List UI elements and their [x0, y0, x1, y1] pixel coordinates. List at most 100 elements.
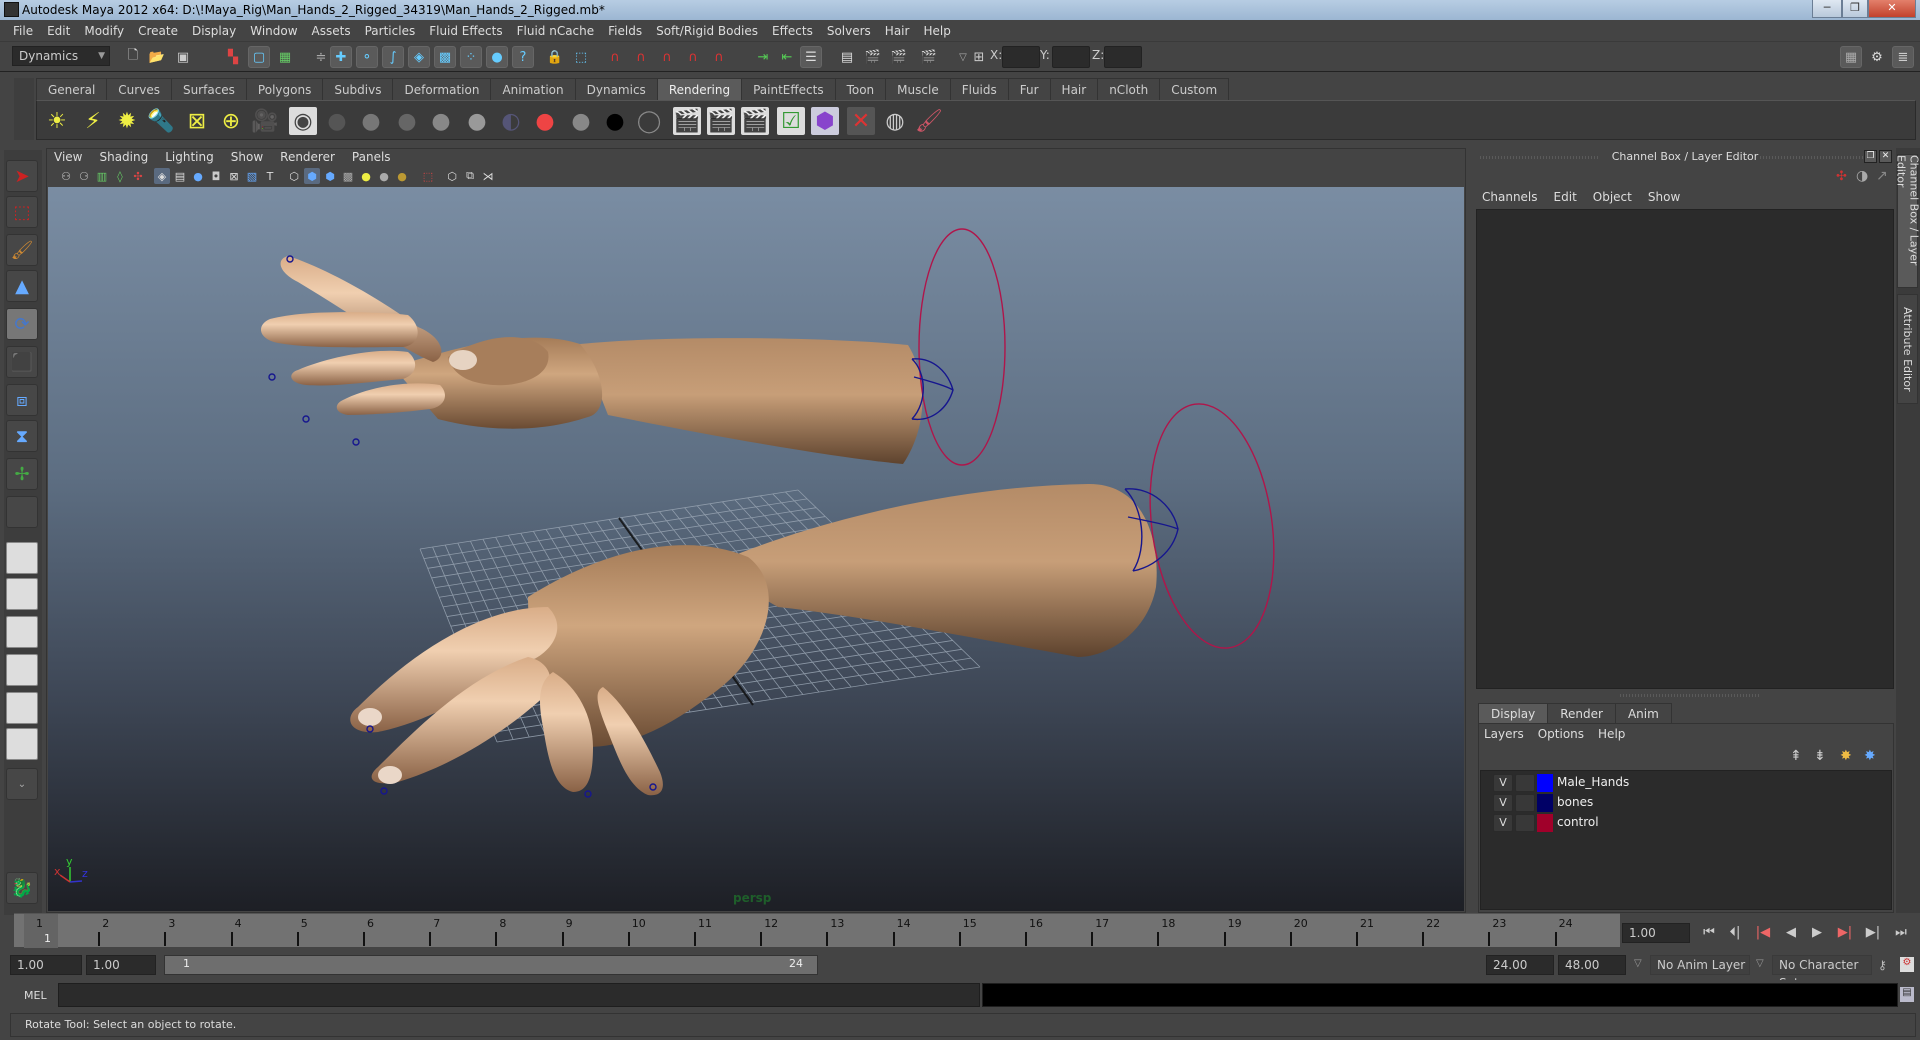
output-connections-icon[interactable]: ⇤ — [776, 46, 798, 68]
x-input[interactable] — [1002, 46, 1040, 68]
camera-icon[interactable]: 🎥 — [251, 107, 279, 135]
shelf-tab-deformation[interactable]: Deformation — [392, 78, 492, 100]
menu-modify[interactable]: Modify — [77, 24, 131, 38]
render-preview-icon[interactable]: ◍ — [881, 107, 909, 135]
menu-soft-rigid-bodies[interactable]: Soft/Rigid Bodies — [649, 24, 765, 38]
soft-modification-tool-icon[interactable]: ⧗ — [6, 420, 38, 452]
channel-list-area[interactable] — [1476, 209, 1894, 689]
shelf-tab-polygons[interactable]: Polygons — [245, 78, 324, 100]
layer-color-swatch[interactable] — [1537, 814, 1553, 832]
auto-key-icon[interactable]: ⚷ — [1878, 958, 1887, 972]
ipr-render-icon[interactable]: 🎬 — [888, 46, 910, 68]
anisotropic-material-icon[interactable]: ● — [463, 107, 491, 135]
channels-menu[interactable]: Channels — [1482, 190, 1538, 204]
shelf-tab-custom[interactable]: Custom — [1159, 78, 1230, 100]
batch-render-icon[interactable]: 🎬 — [741, 107, 769, 135]
viewport-menu-renderer[interactable]: Renderer — [280, 150, 344, 166]
last-used-tool-slot[interactable] — [6, 496, 38, 528]
viewport-menu-shading[interactable]: Shading — [99, 150, 157, 166]
perspective-viewport[interactable]: y x z persp — [48, 187, 1464, 911]
speed-icon[interactable]: ◑ — [1856, 168, 1868, 184]
wrist-control-curve-lower[interactable] — [1135, 396, 1288, 656]
layer-color-swatch[interactable] — [1537, 794, 1553, 812]
side-tab-attribute-editor[interactable]: Attribute Editor — [1897, 294, 1918, 404]
step-back-key-icon[interactable]: |◀ — [1752, 924, 1774, 942]
viewport-menu-show[interactable]: Show — [231, 150, 272, 166]
construction-history-icon[interactable]: ☰ — [800, 46, 822, 68]
shelf-tab-animation[interactable]: Animation — [490, 78, 576, 100]
snap-to-grids-icon[interactable]: ∩ — [604, 46, 626, 68]
y-input[interactable] — [1052, 46, 1090, 68]
layer-name[interactable]: control — [1557, 815, 1599, 829]
grid-icon[interactable]: ◈ — [154, 168, 170, 184]
viewport-menu-panels[interactable]: Panels — [352, 150, 400, 166]
menu-display[interactable]: Display — [185, 24, 243, 38]
wrist-control-curve-upper[interactable] — [918, 228, 1006, 466]
shelf-tab-general[interactable]: General — [36, 78, 108, 100]
use-all-lights-icon[interactable]: ● — [358, 168, 374, 184]
spot-light-icon[interactable]: 🔦 — [147, 107, 175, 135]
layout-persp-graph-icon[interactable] — [6, 654, 38, 686]
menu-hair[interactable]: Hair — [878, 24, 917, 38]
shadows-icon[interactable]: ● — [376, 168, 392, 184]
paint-canvas-icon[interactable]: 🖌 — [915, 107, 943, 135]
snap-to-points-icon[interactable]: ∩ — [656, 46, 678, 68]
splitter-grip[interactable] — [1620, 694, 1760, 697]
step-forward-frame-icon[interactable]: ▶| — [1862, 924, 1884, 942]
layer-playback-toggle[interactable] — [1515, 794, 1535, 812]
xray-icon[interactable]: ⬡ — [444, 168, 460, 184]
menu-fluid-ncache[interactable]: Fluid nCache — [510, 24, 602, 38]
anim-layer-dropdown[interactable]: No Anim Layer — [1650, 955, 1750, 975]
scale-tool-icon[interactable]: ⬛ — [6, 346, 38, 378]
create-layer-from-selected-icon[interactable]: ✸ — [1864, 748, 1876, 764]
shelf-tab-fluids[interactable]: Fluids — [949, 78, 1009, 100]
go-to-end-icon[interactable]: ⏭ — [1890, 924, 1912, 942]
playback-start-field[interactable]: 1.00 — [86, 955, 156, 975]
hypershade-delete-icon[interactable]: ✕ — [847, 107, 875, 135]
hypershade-icon[interactable]: ⬢ — [811, 107, 839, 135]
shelf-tab-dynamics[interactable]: Dynamics — [574, 78, 658, 100]
tool-settings-toggle-icon[interactable]: ⚙ — [1866, 46, 1888, 68]
z-input[interactable] — [1104, 46, 1142, 68]
select-dynamics-icon[interactable]: ⁘ — [460, 46, 482, 68]
select-by-object-icon[interactable]: ▢ — [248, 46, 270, 68]
paint-select-tool-icon[interactable]: 🖌 — [6, 234, 38, 266]
camera-attributes-icon[interactable]: ⚆ — [76, 168, 92, 184]
high-quality-icon[interactable]: ● — [394, 168, 410, 184]
lasso-tool-icon[interactable]: ⬚ — [6, 196, 38, 228]
menu-fluid-effects[interactable]: Fluid Effects — [422, 24, 509, 38]
new-scene-icon[interactable]: 🗋 — [122, 46, 144, 68]
close-button[interactable]: ✕ — [1868, 0, 1916, 18]
menu-help[interactable]: Help — [916, 24, 957, 38]
gate-mask-icon[interactable]: ◘ — [208, 168, 224, 184]
directional-light-icon[interactable]: ⚡ — [79, 107, 107, 135]
textured-icon[interactable]: ▩ — [340, 168, 356, 184]
volume-light-icon[interactable]: ⊕ — [217, 107, 245, 135]
side-tab-channel-box[interactable]: Channel Box / Layer Editor — [1895, 154, 1920, 288]
shelf-tab-muscle[interactable]: Muscle — [885, 78, 951, 100]
selection-mask-icon[interactable]: ≑ — [310, 46, 332, 68]
layer-row-control[interactable]: V control — [1481, 813, 1891, 833]
move-layer-down-icon[interactable]: ⇟ — [1814, 748, 1826, 764]
select-surfaces-icon[interactable]: ◈ — [408, 46, 430, 68]
hyper-icon[interactable]: ↗ — [1876, 168, 1888, 184]
shelf-tab-painteffects[interactable]: PaintEffects — [741, 78, 836, 100]
command-input[interactable] — [58, 983, 980, 1007]
surface-shader-gray-icon[interactable]: ● — [567, 107, 595, 135]
render-settings-icon[interactable]: 🎬 — [918, 46, 940, 68]
go-to-start-icon[interactable]: ⏮ — [1698, 924, 1720, 942]
shelf-tab-ncloth[interactable]: nCloth — [1097, 78, 1161, 100]
shelf-options[interactable] — [14, 78, 34, 140]
menu-solvers[interactable]: Solvers — [820, 24, 878, 38]
blinn-material-icon[interactable]: ● — [323, 107, 351, 135]
layer-tab-render[interactable]: Render — [1547, 703, 1616, 723]
snap-to-curves-icon[interactable]: ∩ — [630, 46, 652, 68]
layer-options-menu[interactable]: Options — [1538, 727, 1584, 741]
layout-persp-trax-graph-icon[interactable] — [6, 728, 38, 760]
layer-help-menu[interactable]: Help — [1598, 727, 1625, 741]
step-forward-key-icon[interactable]: ▶| — [1834, 924, 1856, 942]
character-set-dropdown[interactable]: No Character Set — [1772, 955, 1872, 990]
move-tool-icon[interactable]: ▲ — [6, 270, 38, 302]
resolution-gate-icon[interactable]: ● — [190, 168, 206, 184]
transform-input-icon[interactable]: ⊞ — [968, 46, 990, 68]
